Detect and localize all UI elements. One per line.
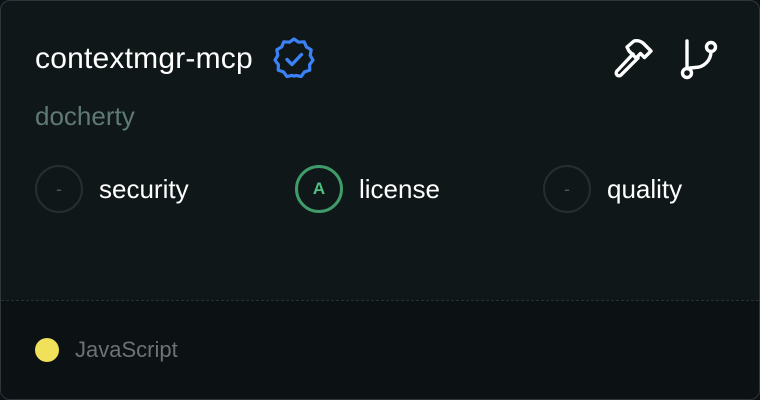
repo-author[interactable]: docherty [35,99,135,133]
repo-title[interactable]: contextmgr-mcp [35,37,253,81]
language-name: JavaScript [75,337,178,362]
security-label: security [99,174,189,204]
score-security[interactable]: - security [35,164,189,214]
quality-grade-badge: - [543,165,591,213]
verified-badge-icon [271,36,317,82]
card-footer: JavaScript [1,300,759,399]
quality-label: quality [607,174,683,204]
license-label: license [359,174,440,204]
hammer-icon[interactable] [611,37,655,81]
score-quality[interactable]: - quality [543,164,682,214]
license-grade-badge: A [295,165,343,213]
action-icons [611,37,721,81]
git-fork-icon[interactable] [677,37,721,81]
repo-card[interactable]: contextmgr-mcp docherty - security A lic… [0,0,760,400]
language-indicator: JavaScript [35,335,178,365]
security-grade-badge: - [35,165,83,213]
score-license[interactable]: A license [295,164,440,214]
language-color-dot [35,338,59,362]
title-row: contextmgr-mcp [35,37,317,81]
score-list: - security A license - quality [1,164,759,214]
